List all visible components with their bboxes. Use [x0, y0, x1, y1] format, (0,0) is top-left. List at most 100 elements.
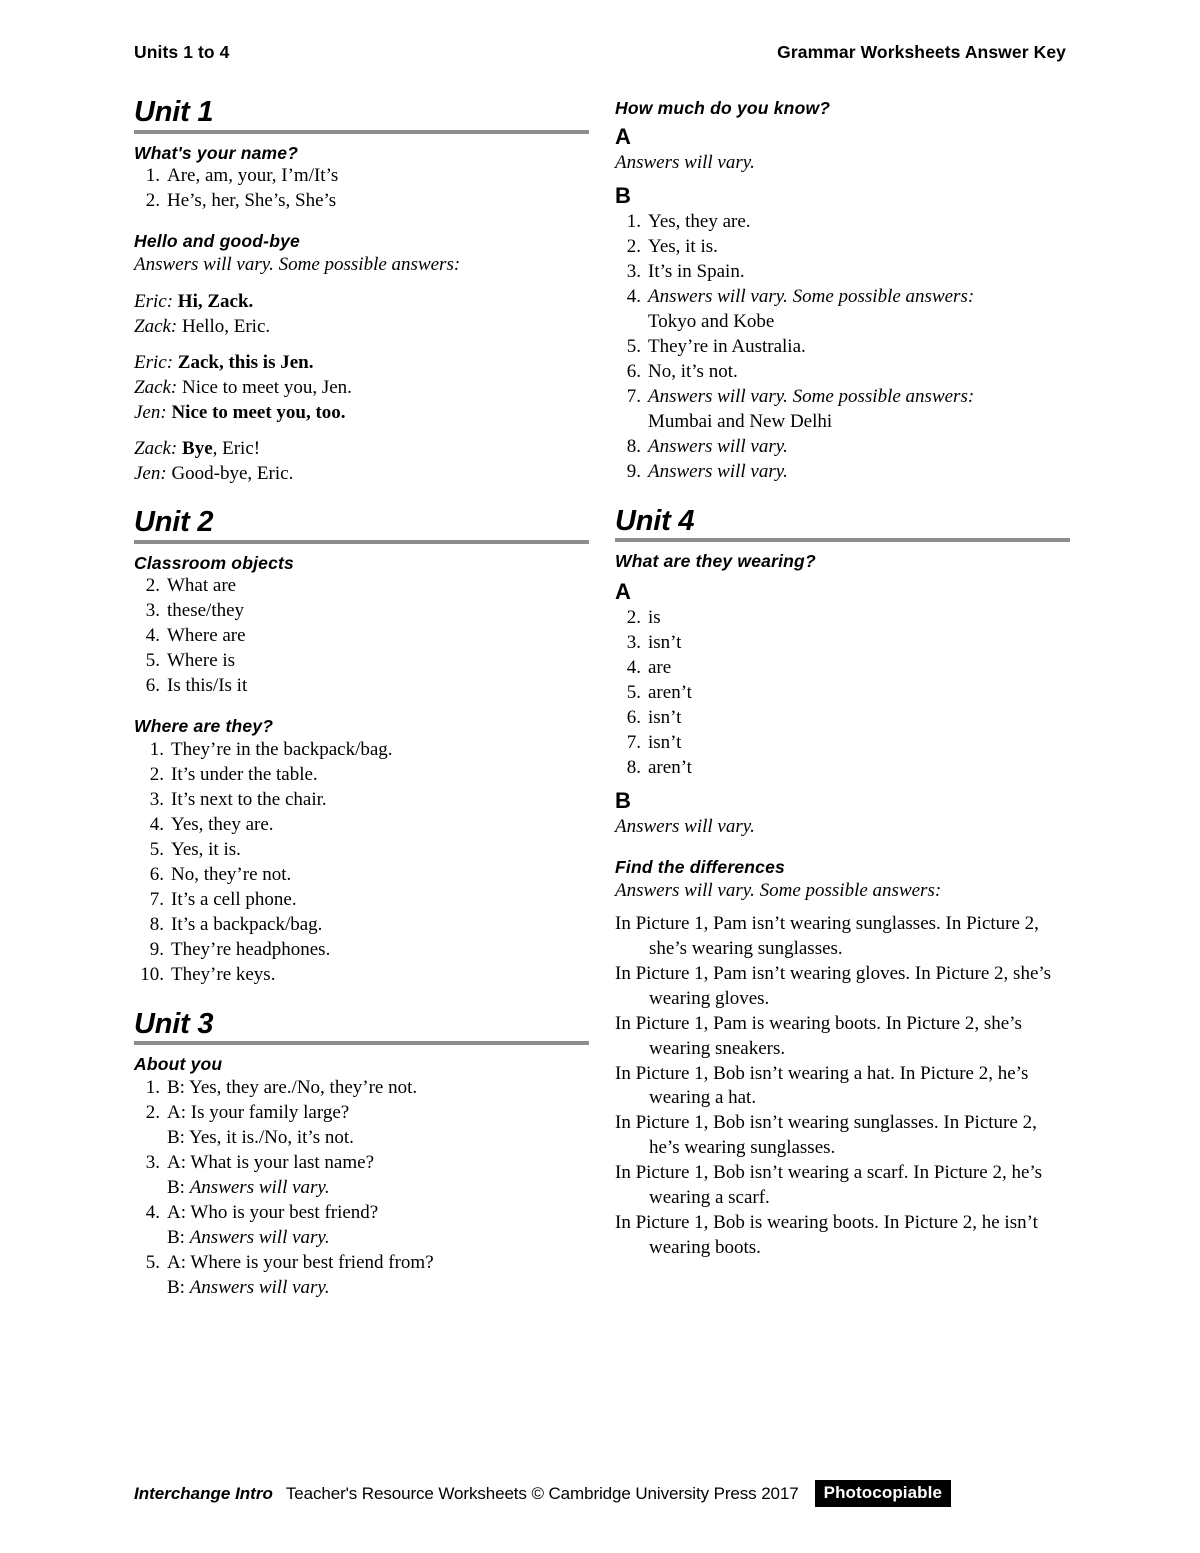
- dialogue-line: Eric: Hi, Zack.: [134, 289, 589, 314]
- difference-item: In Picture 1, Pam is wearing boots. In P…: [615, 1012, 1022, 1059]
- list-item: 6. Is this/Is it: [134, 674, 589, 699]
- speaker-name: Eric:: [134, 351, 174, 373]
- list-item: 7. Answers will vary. Some possible answ…: [615, 385, 1070, 435]
- list-item: 5. They’re in Australia.: [615, 335, 1070, 360]
- answer-label: B:: [167, 1276, 190, 1298]
- list-item: 8. Answers will vary.: [615, 435, 1070, 460]
- list-item: 9. They’re headphones.: [134, 938, 589, 963]
- list-item: 1. They’re in the backpack/bag.: [134, 738, 589, 763]
- difference-item: In Picture 1, Pam isn’t wearing sunglass…: [615, 912, 1039, 959]
- answers-vary-note: Answers will vary.: [189, 1227, 330, 1248]
- section-heading-what-are-they-wearing: What are they wearing?: [615, 551, 816, 572]
- list-item-number: 6.: [149, 863, 164, 885]
- dialogue-line: Zack: Bye, Eric!: [134, 436, 589, 461]
- list-item-number: 4.: [145, 625, 160, 647]
- list-item-answer: B: Answers will vary.: [167, 1176, 589, 1201]
- list-item-number: 2.: [149, 764, 164, 786]
- answer-list-how-much-b: 1. Yes, they are. 2. Yes, it is. 3. It’s…: [615, 210, 1070, 485]
- list-item-question: A: Where is your best friend from?: [167, 1251, 434, 1273]
- answer-list-classroom-objects: 2. What are 3. these/they 4. Where are 5…: [134, 574, 589, 699]
- list-item-text: Yes, they are.: [648, 210, 751, 232]
- list-item: 3. isn’t: [615, 631, 1070, 656]
- list-item-number: 2.: [145, 1102, 160, 1124]
- list-item-text: aren’t: [648, 757, 692, 779]
- list-item: 7. isn’t: [615, 731, 1070, 756]
- list-item: 4. Where are: [134, 624, 589, 649]
- dialogue-group-1: Eric: Hi, Zack. Zack: Hello, Eric.: [134, 289, 589, 339]
- unit-3-heading: Unit 3: [134, 1007, 214, 1040]
- section-heading-classroom-objects: Classroom objects: [134, 552, 294, 573]
- list-item: 3. It’s next to the chair.: [134, 788, 589, 813]
- running-head: Units 1 to 4 Grammar Worksheets Answer K…: [134, 42, 1066, 63]
- list-item-text: They’re keys.: [171, 963, 276, 985]
- list-item: 4. Yes, they are.: [134, 813, 589, 838]
- unit-2-rule: [134, 539, 589, 544]
- answer-label: B:: [167, 1227, 190, 1248]
- content-columns: Unit 1 What's your name? 1. Are, am, you…: [134, 96, 1070, 1301]
- unit-1-block: Unit 1 What's your name? 1. Are, am, you…: [134, 96, 589, 486]
- list-item: 4. A: Who is your best friend? B: Answer…: [134, 1201, 589, 1251]
- difference-item: In Picture 1, Bob isn’t wearing a scarf.…: [615, 1162, 1043, 1209]
- unit-4-rule: [615, 538, 1070, 543]
- list-item: 4. are: [615, 656, 1070, 681]
- running-head-left: Units 1 to 4: [134, 42, 230, 62]
- list-item-number: 4.: [149, 813, 164, 835]
- list-item: 6. No, they’re not.: [134, 863, 589, 888]
- list-item-number: 5.: [145, 1251, 160, 1273]
- list-item-number: 5.: [626, 682, 641, 704]
- list-item: 7. It’s a cell phone.: [134, 888, 589, 913]
- list-item-text: isn’t: [648, 732, 682, 754]
- speaker-name: Zack:: [134, 315, 178, 337]
- section-heading-how-much-do-you-know: How much do you know?: [615, 98, 831, 118]
- difference-item: In Picture 1, Pam isn’t wearing gloves. …: [615, 962, 1052, 1009]
- list-item-text: Is this/Is it: [167, 675, 248, 697]
- list-item: 10. They’re keys.: [134, 963, 589, 988]
- list-item-number: 9.: [626, 460, 641, 482]
- list-item-text: are: [648, 657, 672, 679]
- list-item-number: 1.: [145, 1077, 160, 1099]
- list-item-number: 3.: [149, 789, 164, 810]
- answers-vary-note: Answers will vary.: [189, 1177, 330, 1199]
- list-item-text: aren’t: [648, 682, 692, 704]
- dialogue-line: Jen: Nice to meet you, too.: [134, 400, 589, 425]
- list-item: 6. No, it’s not.: [615, 360, 1070, 385]
- speaker-name: Jen:: [134, 402, 167, 424]
- unit-2-block: Unit 2 Classroom objects 2. What are 3. …: [134, 508, 589, 988]
- list-item-number: 6.: [626, 707, 641, 729]
- left-column: Unit 1 What's your name? 1. Are, am, you…: [134, 96, 589, 1301]
- section-heading-where-are-they: Where are they?: [134, 716, 274, 737]
- list-item-text: B: Yes, they are./No, they’re not.: [167, 1077, 418, 1099]
- answers-vary-note: Answers will vary.: [615, 816, 755, 838]
- list-item-number: 6.: [145, 675, 160, 697]
- list-item: 2. Yes, it is.: [615, 235, 1070, 260]
- part-label-a: A: [615, 123, 631, 149]
- dialogue-line: Jen: Good-bye, Eric.: [134, 461, 589, 486]
- unit-1-heading: Unit 1: [134, 96, 214, 128]
- list-item-text: They’re in the backpack/bag.: [171, 739, 393, 761]
- list-item-text: No, they’re not.: [171, 863, 292, 885]
- list-item-text: isn’t: [648, 632, 682, 654]
- speaker-text: Good-bye, Eric.: [171, 463, 294, 485]
- list-item-number: 5.: [145, 650, 160, 672]
- list-item-text: He’s, her, She’s, She’s: [167, 190, 337, 212]
- section-heading-hello-and-goodbye: Hello and good-bye: [134, 231, 300, 252]
- list-item-text: It’s under the table.: [171, 764, 318, 786]
- list-item: 9. Answers will vary.: [615, 460, 1070, 485]
- speaker-text: Nice to meet you, Jen.: [182, 376, 352, 398]
- list-item: 2. He’s, her, She’s, She’s: [134, 189, 589, 214]
- speaker-text: Bye: [182, 438, 213, 460]
- list-item-text: It’s in Spain.: [648, 260, 745, 282]
- section-heading-whats-your-name: What's your name?: [134, 142, 299, 163]
- list-item-question: A: What is your last name?: [167, 1152, 375, 1174]
- speaker-text: Hello, Eric.: [182, 315, 271, 337]
- list-item: 8. aren’t: [615, 756, 1070, 781]
- list-item-answer: B: Answers will vary.: [167, 1226, 589, 1251]
- page-footer: Interchange Intro Teacher's Resource Wor…: [134, 1480, 1074, 1507]
- list-item-number: 2.: [145, 575, 160, 597]
- running-head-right: Grammar Worksheets Answer Key: [777, 42, 1066, 62]
- speaker-text: Zack, this is Jen.: [177, 351, 314, 373]
- list-item: 2. A: Is your family large? B: Yes, it i…: [134, 1101, 589, 1151]
- list-item-text: these/they: [167, 600, 245, 622]
- difference-item: In Picture 1, Bob isn’t wearing sunglass…: [615, 1112, 1037, 1159]
- list-item-number: 10.: [140, 963, 164, 985]
